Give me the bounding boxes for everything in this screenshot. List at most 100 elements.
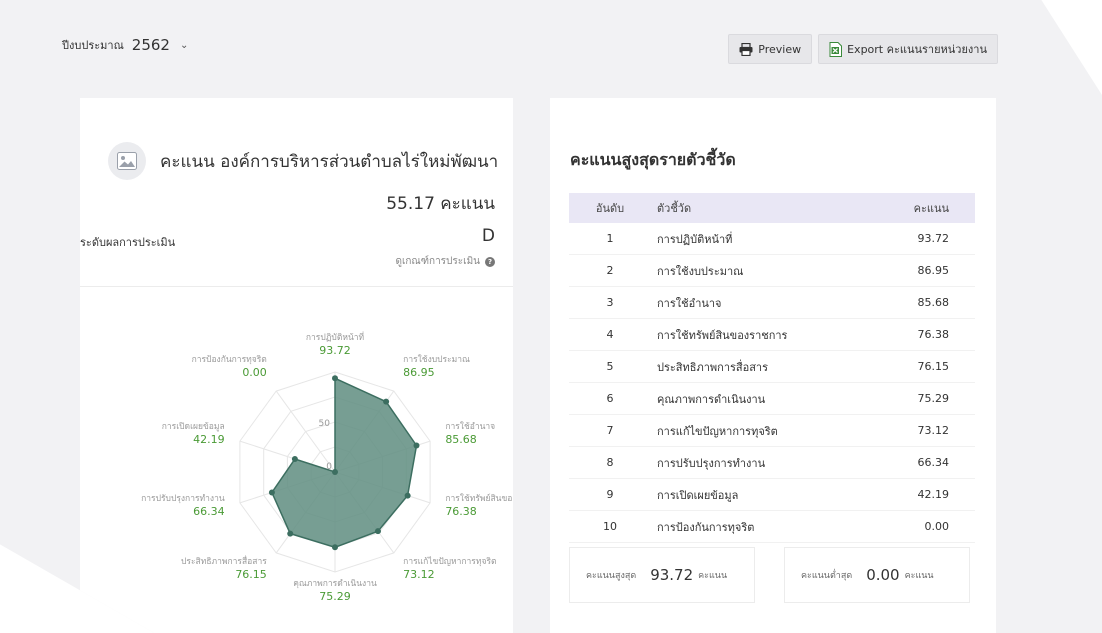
grade-value: D bbox=[481, 226, 495, 246]
radar-axis-label: การป้องกันการทุจริต bbox=[192, 354, 267, 365]
radar-value-label: 85.68 bbox=[445, 433, 477, 446]
row-score: 75.29 bbox=[917, 392, 950, 405]
radar-value-label: 86.95 bbox=[403, 366, 435, 379]
radar-point bbox=[291, 455, 298, 462]
radar-value-label: 76.15 bbox=[235, 568, 266, 581]
row-indicator: การปฏิบัติหน้าที่ bbox=[657, 232, 733, 246]
printer-icon bbox=[739, 42, 753, 56]
header-indicator: ตัวชี้วัด bbox=[657, 202, 692, 215]
row-score: 85.68 bbox=[917, 296, 950, 309]
radar-axis-label: การใช้งบประมาณ bbox=[403, 354, 470, 365]
radar-axis-label: การปฏิบัติหน้าที่ bbox=[306, 331, 365, 343]
row-indicator: การเปิดเผยข้อมูล bbox=[657, 488, 739, 502]
ranking-title: คะแนนสูงสุดรายตัวชี้วัด bbox=[570, 150, 736, 169]
row-indicator: การใช้ทรัพย์สินของราชการ bbox=[657, 328, 788, 342]
row-indicator: การป้องกันการทุจริต bbox=[657, 520, 755, 534]
radar-spoke bbox=[275, 390, 336, 473]
row-indicator: การแก้ไขปัญหาการทุจริต bbox=[657, 424, 778, 438]
row-rank: 4 bbox=[606, 328, 614, 341]
total-score: 55.17 คะแนน bbox=[386, 194, 495, 214]
radar-point bbox=[404, 492, 411, 499]
criteria-link-label: ดูเกณฑ์การประเมิน bbox=[395, 256, 480, 267]
min-score-box: คะแนนต่ำสุด 0.00 คะแนน bbox=[784, 547, 970, 603]
row-score: 66.34 bbox=[917, 456, 950, 469]
table-row: 9 การเปิดเผยข้อมูล 42.19 bbox=[569, 479, 975, 511]
radar-point bbox=[383, 398, 390, 405]
preview-label: Preview bbox=[758, 42, 802, 56]
page-background: ปีงบประมาณ 2562 ⌄ Preview Export คะแนนรา… bbox=[0, 0, 1102, 633]
table-row: 1 การปฏิบัติหน้าที่ 93.72 bbox=[569, 223, 975, 255]
radar-point bbox=[374, 528, 381, 535]
organization-header: คะแนน องค์การบริหารส่วนตำบลไร่ใหม่พัฒนา bbox=[108, 142, 498, 180]
radar-series-area bbox=[271, 377, 418, 549]
radar-point bbox=[332, 469, 338, 475]
radar-point bbox=[332, 375, 338, 382]
organization-score-card: คะแนน องค์การบริหารส่วนตำบลไร่ใหม่พัฒนา … bbox=[80, 98, 513, 633]
chevron-down-icon: ⌄ bbox=[179, 39, 189, 51]
row-rank: 5 bbox=[606, 360, 614, 373]
min-score-unit: คะแนน bbox=[904, 571, 934, 581]
radar-axis-label: ประสิทธิภาพการสื่อสาร bbox=[181, 555, 267, 567]
row-rank: 1 bbox=[606, 232, 614, 245]
radar-axis-label: การใช้อำนาจ bbox=[445, 421, 495, 432]
radar-point bbox=[413, 442, 420, 449]
radar-value-label: 73.12 bbox=[403, 568, 435, 581]
max-score-value: 93.72 bbox=[650, 566, 694, 584]
radar-value-label: 75.29 bbox=[319, 590, 351, 603]
fiscal-year-select[interactable]: 2562 ⌄ bbox=[132, 36, 189, 54]
row-indicator: การใช้อำนาจ bbox=[657, 296, 722, 310]
row-score: 86.95 bbox=[917, 264, 950, 277]
table-row: 8 การปรับปรุงการทำงาน 66.34 bbox=[569, 447, 975, 479]
radar-value-label: 0.00 bbox=[242, 366, 266, 379]
row-score: 76.15 bbox=[917, 360, 950, 373]
row-rank: 9 bbox=[606, 488, 614, 501]
ranking-card: คะแนนสูงสุดรายตัวชี้วัด อันดับ ตัวชี้วัด… bbox=[550, 98, 996, 633]
max-score-label: คะแนนสูงสุด bbox=[586, 571, 637, 581]
row-rank: 2 bbox=[606, 264, 614, 277]
radar-axis-label: การแก้ไขปัญหาการทุจริต bbox=[403, 556, 496, 567]
radar-ring-label: 50 bbox=[319, 419, 331, 429]
radar-value-label: 76.38 bbox=[445, 505, 477, 518]
grade-label: ระดับผลการประเมิน bbox=[80, 236, 176, 249]
radar-value-label: 66.34 bbox=[193, 505, 225, 518]
radar-axis-label: การเปิดเผยข้อมูล bbox=[162, 421, 225, 432]
table-row: 4 การใช้ทรัพย์สินของราชการ 76.38 bbox=[569, 319, 975, 351]
table-row: 10 การป้องกันการทุจริต 0.00 bbox=[569, 511, 975, 543]
radar-value-label: 93.72 bbox=[319, 344, 351, 357]
header-rank: อันดับ bbox=[595, 202, 625, 215]
ranking-table-header: อันดับ ตัวชี้วัด คะแนน bbox=[569, 193, 975, 223]
fiscal-year-filter: ปีงบประมาณ 2562 ⌄ bbox=[62, 36, 188, 54]
max-score-unit: คะแนน bbox=[698, 571, 728, 581]
criteria-link[interactable]: ดูเกณฑ์การประเมิน ? bbox=[395, 254, 495, 269]
row-score: 93.72 bbox=[917, 232, 950, 245]
preview-button[interactable]: Preview bbox=[728, 34, 813, 64]
row-score: 76.38 bbox=[917, 328, 950, 341]
table-row: 7 การแก้ไขปัญหาการทุจริต 73.12 bbox=[569, 415, 975, 447]
image-placeholder-icon bbox=[108, 142, 146, 180]
fiscal-year-label: ปีงบประมาณ bbox=[62, 39, 124, 52]
max-score-box: คะแนนสูงสุด 93.72 คะแนน bbox=[569, 547, 755, 603]
row-rank: 8 bbox=[606, 456, 614, 469]
radar-point bbox=[268, 489, 275, 496]
row-score: 0.00 bbox=[924, 520, 950, 533]
excel-icon bbox=[829, 41, 843, 57]
radar-axis-label: การใช้ทรัพย์สินของ bbox=[445, 493, 513, 504]
radar-axis-label: คุณภาพการดำเนินงาน bbox=[293, 579, 377, 589]
radar-value-label: 42.19 bbox=[193, 433, 225, 446]
table-row: 3 การใช้อำนาจ 85.68 bbox=[569, 287, 975, 319]
header-score: คะแนน bbox=[913, 202, 949, 215]
radar-point bbox=[332, 544, 338, 551]
row-indicator: ประสิทธิภาพการสื่อสาร bbox=[657, 360, 769, 374]
radar-point bbox=[287, 530, 294, 537]
min-score-value: 0.00 bbox=[866, 566, 900, 584]
export-button[interactable]: Export คะแนนรายหน่วยงาน bbox=[818, 34, 998, 64]
row-rank: 7 bbox=[606, 424, 614, 437]
min-score-label: คะแนนต่ำสุด bbox=[801, 571, 853, 581]
row-rank: 3 bbox=[606, 296, 614, 309]
question-icon: ? bbox=[485, 256, 495, 267]
radar-chart: 500การปฏิบัติหน้าที่93.72การใช้งบประมาณ8… bbox=[141, 331, 513, 603]
table-row: 6 คุณภาพการดำเนินงาน 75.29 bbox=[569, 383, 975, 415]
radar-axis-label: การปรับปรุงการทำงาน bbox=[141, 494, 225, 504]
row-indicator: การปรับปรุงการทำงาน bbox=[657, 456, 766, 470]
table-row: 2 การใช้งบประมาณ 86.95 bbox=[569, 255, 975, 287]
